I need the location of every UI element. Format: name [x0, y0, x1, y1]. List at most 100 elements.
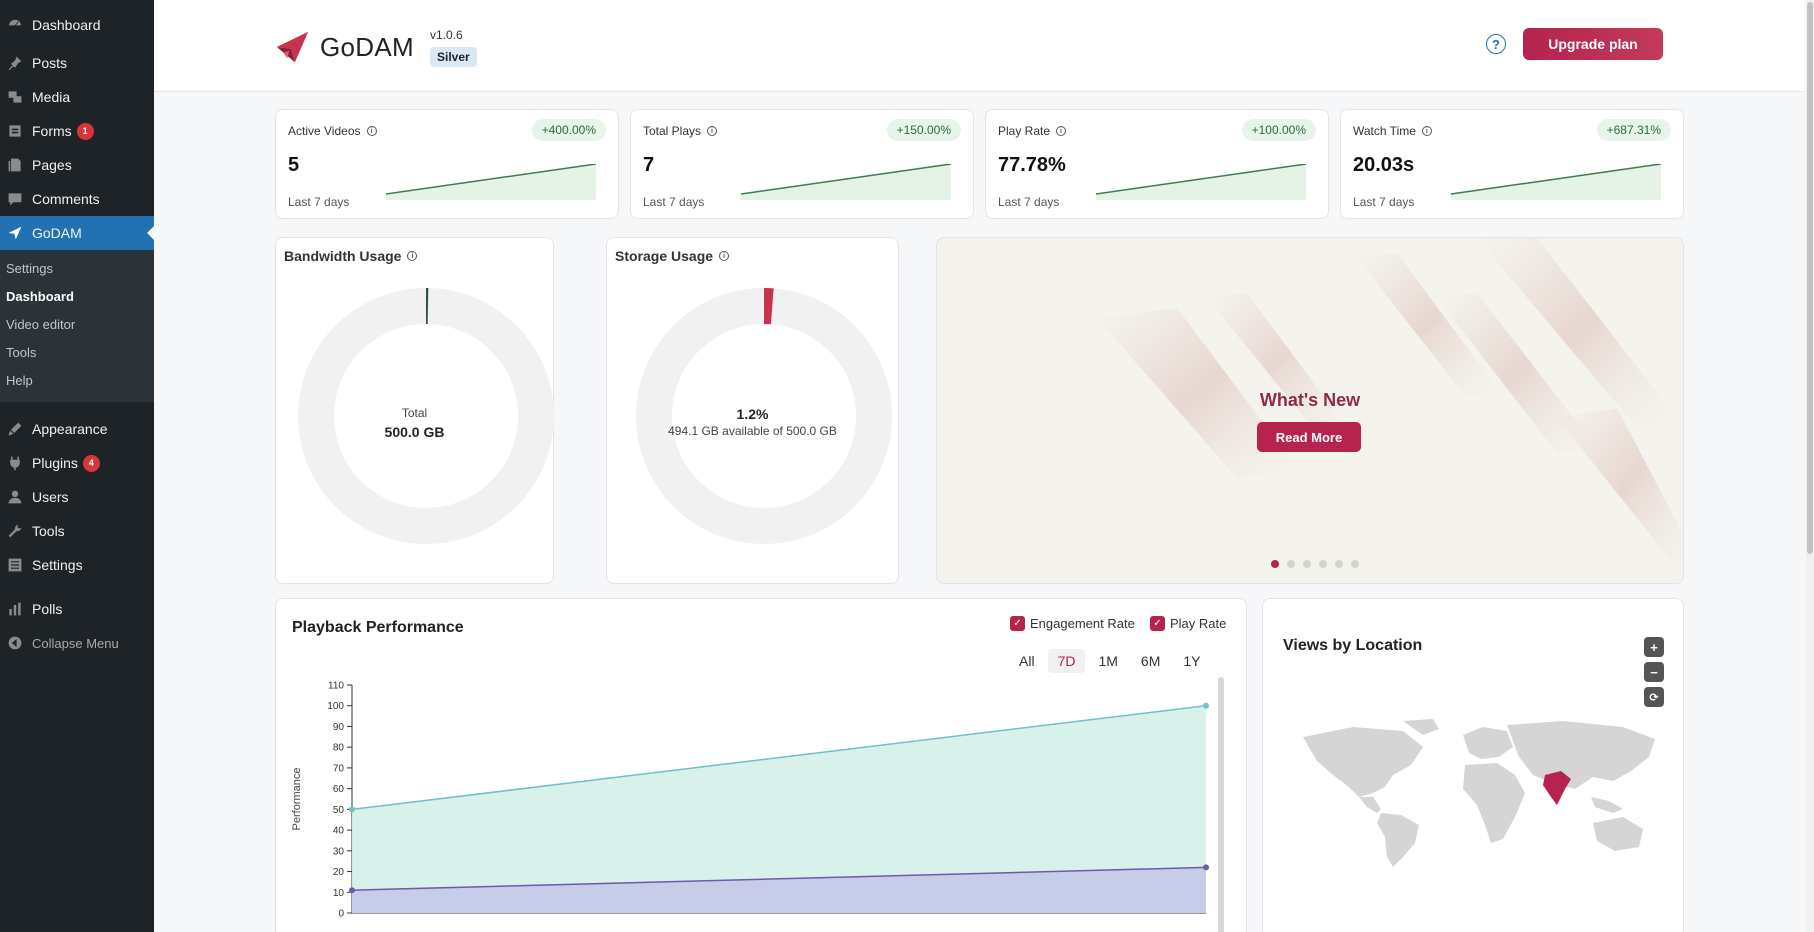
stat-period: Last 7 days [998, 195, 1060, 209]
help-icon[interactable]: ? [1486, 34, 1506, 54]
storage-title: Storage Usage i [615, 248, 730, 264]
sparkline [741, 164, 951, 200]
whats-new-banner: What's New Read More [936, 237, 1684, 584]
y-tick-label: 100 [327, 701, 344, 712]
sidebar-item-label: GoDAM [32, 225, 82, 241]
reset-map-button[interactable]: ⟳ [1644, 687, 1664, 707]
y-tick-label: 10 [333, 888, 345, 899]
stat-value: 7 [643, 154, 655, 176]
sidebar-item-label: Users [32, 489, 69, 505]
info-icon[interactable]: i [407, 251, 418, 261]
storage-title-text: Storage Usage [615, 248, 714, 264]
upgrade-plan-button[interactable]: Upgrade plan [1523, 28, 1663, 60]
info-icon[interactable]: i [366, 126, 377, 136]
storage-detail: 494.1 GB available of 500.0 GB [668, 424, 837, 438]
sidebar-item-polls[interactable]: Polls [0, 592, 154, 626]
zoom-in-button[interactable]: + [1644, 637, 1664, 657]
legend-label: Engagement Rate [1030, 616, 1135, 631]
collapse-menu-button[interactable]: Collapse Menu [0, 626, 154, 660]
sidebar-item-pages[interactable]: Pages [0, 148, 154, 182]
sidebar-item-label: Dashboard [32, 17, 101, 33]
range-tab-all[interactable]: All [1009, 649, 1045, 673]
read-more-button[interactable]: Read More [1257, 422, 1361, 452]
y-tick-label: 70 [333, 763, 345, 774]
godam-icon [6, 224, 24, 242]
sidebar-item-appearance[interactable]: Appearance [0, 412, 154, 446]
sidebar-item-dashboard[interactable]: Dashboard [0, 8, 154, 42]
sidebar-item-godam[interactable]: GoDAM [0, 216, 155, 250]
chart-scrollbar[interactable] [1218, 677, 1224, 932]
y-tick-label: 60 [333, 784, 345, 795]
legend-engagement-rate[interactable]: ✓ Engagement Rate [1010, 616, 1135, 631]
info-icon[interactable]: i [1056, 126, 1067, 136]
data-point [349, 887, 355, 894]
carousel-dot[interactable] [1271, 560, 1279, 568]
stat-period: Last 7 days [288, 195, 350, 209]
submenu-item-video-editor[interactable]: Video editor [0, 311, 154, 339]
stat-card-watch-time: Watch Time i +687.31% 20.03s Last 7 days [1340, 109, 1684, 219]
sidebar-item-media[interactable]: Media [0, 80, 154, 114]
range-tab-6m[interactable]: 6M [1131, 649, 1170, 673]
carousel-dot[interactable] [1335, 560, 1343, 568]
banner-background [1097, 238, 1683, 576]
sidebar-item-tools[interactable]: Tools [0, 514, 154, 548]
sidebar-item-label: Collapse Menu [32, 635, 119, 651]
sidebar-item-settings[interactable]: Settings [0, 548, 154, 582]
admin-sidebar: Dashboard Posts Media Forms 1 Pages Comments G… [0, 0, 155, 932]
carousel-dot[interactable] [1351, 560, 1359, 568]
range-tab-7d[interactable]: 7D [1047, 649, 1086, 673]
bandwidth-title-text: Bandwidth Usage [284, 248, 402, 264]
carousel-dot[interactable] [1287, 560, 1295, 568]
sidebar-item-forms[interactable]: Forms 1 [0, 114, 154, 148]
legend-play-rate[interactable]: ✓ Play Rate [1150, 616, 1226, 631]
info-icon[interactable]: i [707, 126, 718, 136]
range-tab-1m[interactable]: 1M [1088, 649, 1127, 673]
page-scrollbar[interactable] [1806, 0, 1814, 932]
carousel-dot[interactable] [1303, 560, 1311, 568]
range-tab-1y[interactable]: 1Y [1173, 649, 1210, 673]
bandwidth-usage-card: Bandwidth Usage i Total 500.0 GB [275, 237, 554, 584]
carousel-dot[interactable] [1319, 560, 1327, 568]
help-symbol: ? [1492, 36, 1500, 52]
stat-title: Play Rate i [998, 124, 1067, 138]
logo-text: GoDAM [320, 31, 414, 62]
godam-submenu: Settings Dashboard Video editor Tools Help [0, 250, 154, 402]
sidebar-item-comments[interactable]: Comments [0, 182, 154, 216]
y-tick-label: 40 [333, 826, 345, 837]
forms-icon [6, 122, 24, 140]
sidebar-item-label: Tools [32, 523, 65, 539]
info-icon[interactable]: i [1421, 126, 1432, 136]
dashboard-icon [6, 16, 24, 34]
data-point [1203, 864, 1209, 871]
sidebar-item-posts[interactable]: Posts [0, 46, 154, 80]
scrollbar-thumb[interactable] [1807, 2, 1813, 554]
stat-change-badge: +100.00% [1241, 119, 1316, 141]
sparkline [1451, 164, 1661, 200]
sidebar-item-users[interactable]: Users [0, 480, 154, 514]
bandwidth-value: 500.0 GB [384, 424, 445, 440]
submenu-item-dashboard[interactable]: Dashboard [0, 283, 154, 311]
sidebar-item-plugins[interactable]: Plugins 4 [0, 446, 154, 480]
settings-icon [6, 556, 24, 574]
submenu-item-tools[interactable]: Tools [0, 339, 154, 367]
sidebar-item-label: Posts [32, 55, 68, 71]
y-tick-label: 110 [328, 681, 344, 692]
main-content: GoDAM v1.0.6 Silver ? Upgrade plan Activ… [154, 0, 1814, 932]
y-tick-label: 0 [338, 909, 344, 920]
zoom-out-button[interactable]: − [1644, 662, 1664, 682]
whats-new-title: What's New [1259, 390, 1361, 410]
highlighted-country-india[interactable] [1543, 771, 1571, 805]
stat-title: Active Videos i [288, 124, 377, 138]
map-title: Views by Location [1283, 637, 1423, 654]
playback-performance-card: Playback Performance ✓ Engagement Rate ✓ P… [275, 598, 1247, 932]
stat-change-badge: +150.00% [886, 119, 961, 141]
info-icon[interactable]: i [719, 251, 730, 261]
submenu-item-settings[interactable]: Settings [0, 255, 154, 283]
data-point [1203, 702, 1209, 709]
storage-percent: 1.2% [736, 406, 769, 422]
godam-logo: GoDAM [274, 28, 414, 66]
sidebar-item-label: Plugins [32, 455, 78, 471]
y-tick-label: 80 [333, 743, 345, 754]
y-tick-label: 30 [333, 846, 345, 857]
submenu-item-help[interactable]: Help [0, 367, 154, 395]
